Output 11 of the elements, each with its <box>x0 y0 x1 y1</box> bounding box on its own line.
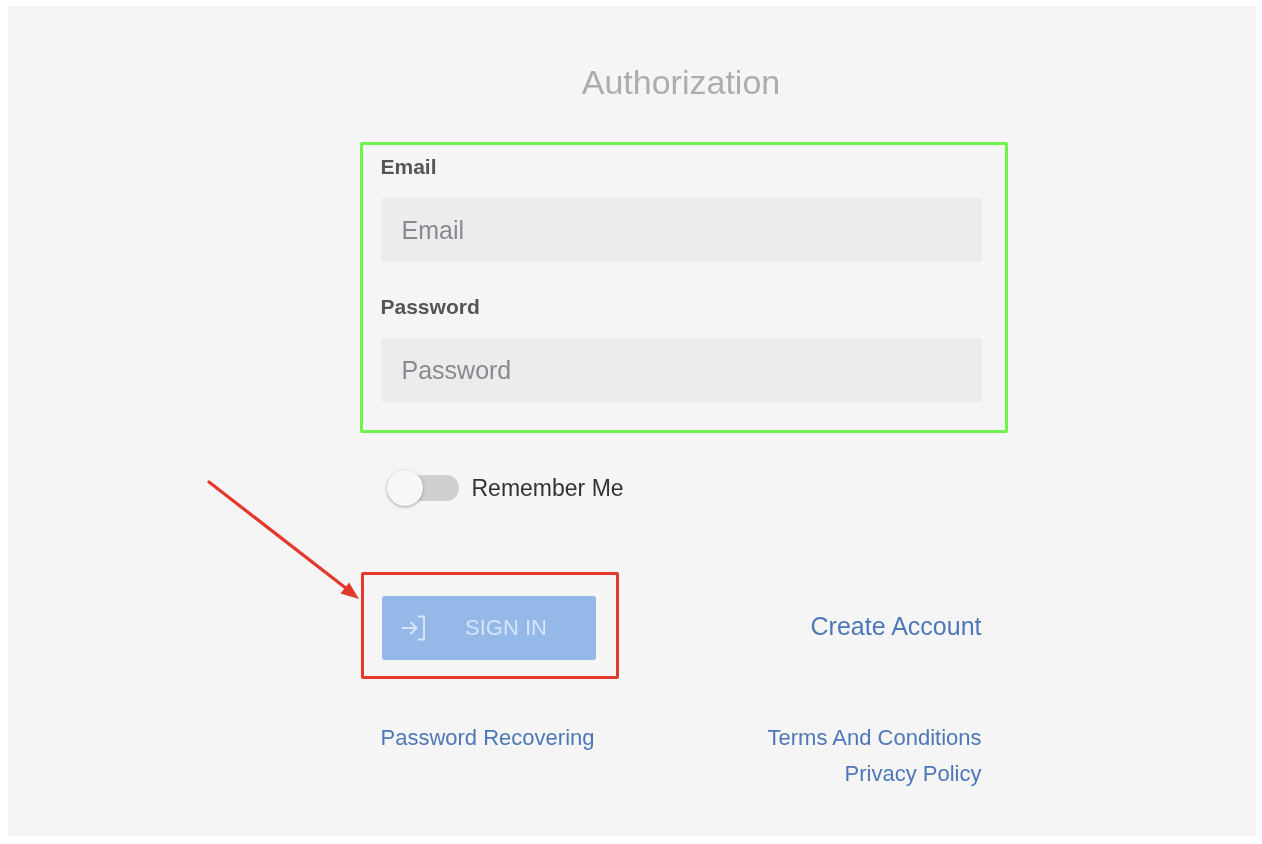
field-label: Password <box>380 295 480 319</box>
legal-link[interactable]: Terms And Conditions <box>767 720 982 756</box>
password-recovering-link[interactable]: Password Recovering <box>380 720 595 756</box>
page-title: Authorization <box>580 62 782 102</box>
create-account-link[interactable]: Create Account <box>810 607 982 644</box>
input-field[interactable]: Password <box>380 338 982 402</box>
remember-toggle[interactable] <box>386 470 459 506</box>
input-field[interactable]: Email <box>380 198 982 262</box>
field-label: Email <box>380 155 437 179</box>
legal-link[interactable]: Privacy Policy <box>844 756 982 792</box>
remember-label: Remember Me <box>471 474 624 502</box>
